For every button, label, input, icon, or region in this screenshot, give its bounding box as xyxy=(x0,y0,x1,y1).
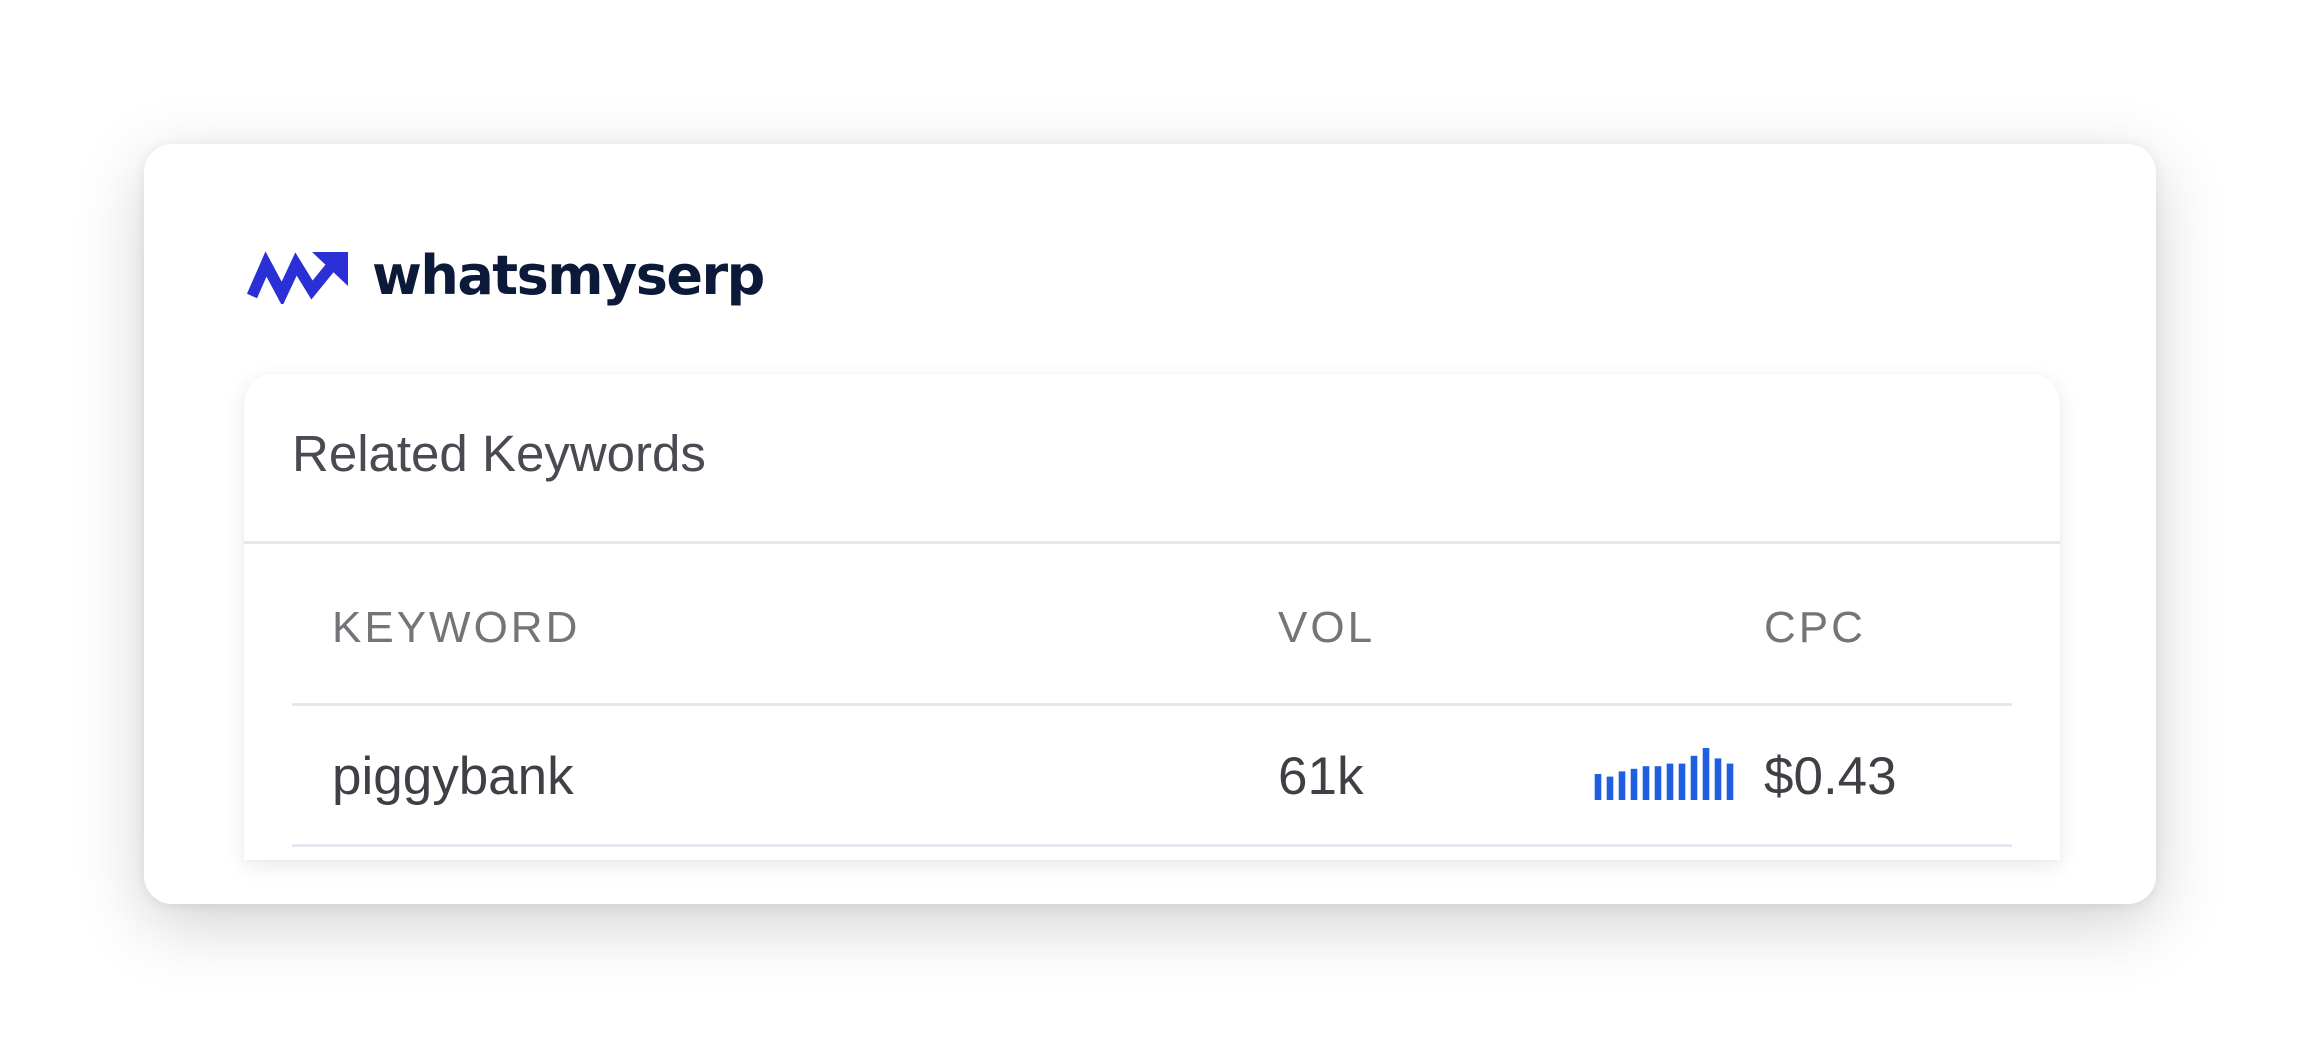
sparkline-bar xyxy=(1606,776,1614,800)
column-header-keyword[interactable]: KEYWORD xyxy=(332,606,580,650)
sparkline-bar xyxy=(1654,766,1662,800)
sparkline-bar xyxy=(1726,763,1734,800)
brand-name: whatsmyserp xyxy=(372,244,765,307)
keywords-table: KEYWORD VOL CPC piggybank 61k $0.43 xyxy=(292,544,2012,847)
sparkline-bar xyxy=(1618,771,1626,800)
sparkline-bar xyxy=(1666,763,1674,800)
sparkline-bar xyxy=(1678,763,1686,800)
column-header-vol[interactable]: VOL xyxy=(1278,606,1375,650)
sparkline-bar xyxy=(1642,766,1650,800)
cpc-cell: $0.43 xyxy=(1764,747,1897,806)
widget-header: Related Keywords xyxy=(244,374,2060,544)
related-keywords-widget: Related Keywords KEYWORD VOL CPC piggyba… xyxy=(244,374,2060,860)
sparkline-bar xyxy=(1594,774,1602,800)
table-header-row: KEYWORD VOL CPC xyxy=(292,544,2012,706)
sparkline-bar xyxy=(1702,748,1710,800)
outer-card: whatsmyserp Related Keywords KEYWORD VOL… xyxy=(144,144,2156,904)
table-row[interactable]: piggybank 61k $0.43 xyxy=(292,706,2012,847)
sparkline-bar xyxy=(1690,755,1698,800)
sparkline-bar xyxy=(1714,758,1722,800)
keyword-cell[interactable]: piggybank xyxy=(332,750,574,803)
column-header-cpc[interactable]: CPC xyxy=(1764,606,1866,650)
sparkline-bar xyxy=(1630,768,1638,800)
trend-sparkline xyxy=(1594,748,1734,800)
brand-logo[interactable]: whatsmyserp xyxy=(244,244,765,308)
trending-up-zigzag-icon xyxy=(246,251,348,304)
volume-cell: 61k xyxy=(1278,747,1364,806)
widget-title: Related Keywords xyxy=(292,425,706,482)
